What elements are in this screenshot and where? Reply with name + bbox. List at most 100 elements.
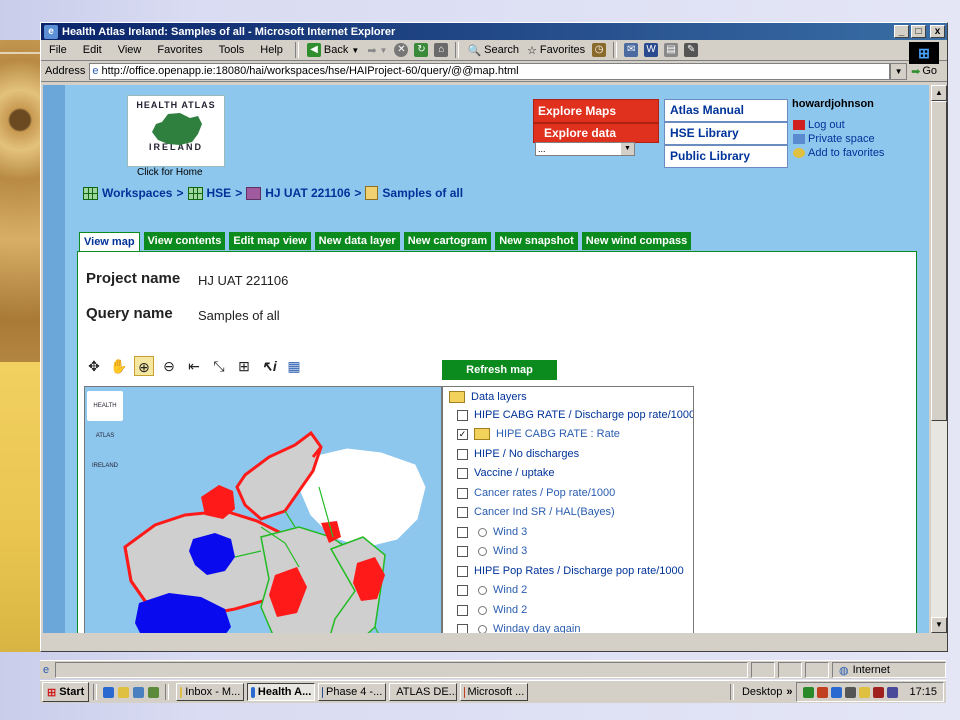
menu-view[interactable]: View (110, 44, 150, 56)
layer-row[interactable]: Wind 2 (457, 584, 527, 596)
address-input[interactable]: e http://office.openapp.ie:18080/hai/wor… (89, 62, 891, 80)
tray-icon[interactable] (873, 686, 885, 698)
tray-icon[interactable] (817, 686, 829, 698)
layer-row[interactable]: Vaccine / uptake (457, 467, 555, 479)
click-for-home-link[interactable]: Click for Home (137, 167, 203, 178)
app-quicklaunch-icon[interactable] (148, 686, 160, 698)
tray-icon[interactable] (887, 686, 899, 698)
private-space-link[interactable]: Private space (793, 133, 875, 145)
layer-checkbox[interactable] (457, 604, 468, 616)
tab-edit-map-view[interactable]: Edit map view (229, 232, 311, 250)
layers-icon[interactable]: ▦ (284, 356, 304, 376)
menu-file[interactable]: File (41, 44, 75, 56)
previous-extent-icon[interactable]: ⇤ (184, 356, 204, 376)
menu-tools[interactable]: Tools (211, 44, 253, 56)
task-phase4[interactable]: Phase 4 -... (318, 683, 387, 701)
zoom-out-icon[interactable]: ⊖ (159, 356, 179, 376)
task-inbox[interactable]: Inbox - M... (176, 683, 245, 701)
breadcrumb-hse[interactable]: HSE (207, 186, 232, 200)
home-icon[interactable]: ⌂ (434, 43, 449, 57)
minimize-button[interactable]: _ (894, 25, 909, 38)
logout-link[interactable]: Log out (793, 119, 845, 131)
layer-checkbox[interactable] (457, 409, 468, 421)
mail-icon[interactable]: ✉ (624, 43, 639, 57)
layer-row[interactable]: HIPE CABG RATE / Discharge pop rate/1000 (457, 409, 693, 421)
layer-checkbox[interactable] (457, 448, 468, 460)
layer-checkbox[interactable] (457, 467, 468, 479)
layer-row[interactable]: Cancer rates / Pop rate/1000 (457, 487, 615, 499)
full-extent-icon[interactable]: ⤡ (209, 356, 229, 376)
tab-new-data-layer[interactable]: New data layer (314, 232, 400, 250)
desktop-toolbar-label[interactable]: Desktop (742, 686, 782, 698)
tray-icon[interactable] (845, 686, 857, 698)
layer-checkbox[interactable]: ✓ (457, 428, 468, 440)
breadcrumb-workspaces[interactable]: Workspaces (102, 186, 172, 200)
layer-checkbox[interactable] (457, 526, 468, 538)
layer-checkbox[interactable] (457, 565, 468, 577)
menu-help[interactable]: Help (252, 44, 291, 56)
edit-icon[interactable]: ▤ (664, 43, 679, 57)
maximize-button[interactable]: □ (911, 25, 926, 38)
menu-edit[interactable]: Edit (75, 44, 110, 56)
close-button[interactable]: x (930, 25, 945, 38)
favorites-button[interactable]: ☆ Favorites (523, 44, 589, 57)
start-button[interactable]: ⊞ Start (42, 682, 90, 702)
stop-icon[interactable]: ✕ (394, 43, 409, 57)
zoom-in-icon[interactable]: ⊕ (134, 356, 154, 376)
tray-icon[interactable] (803, 686, 815, 698)
history-icon[interactable]: ◷ (592, 43, 607, 57)
hse-library-link[interactable]: HSE Library (664, 122, 788, 145)
tab-view-contents[interactable]: View contents (143, 232, 226, 250)
refresh-icon[interactable]: ↻ (414, 43, 429, 57)
task-microsoft[interactable]: Microsoft ... (460, 683, 529, 701)
word-icon[interactable]: W (644, 43, 659, 57)
identify-icon[interactable]: ↖i (259, 356, 279, 376)
atlas-manual-link[interactable]: Atlas Manual (664, 99, 788, 122)
scroll-thumb[interactable] (931, 101, 947, 421)
layer-row[interactable]: HIPE Pop Rates / Discharge pop rate/1000 (457, 565, 684, 577)
back-button[interactable]: ◀ Back ▼ (303, 43, 363, 57)
layer-checkbox[interactable] (457, 487, 468, 499)
scroll-up-icon[interactable]: ▲ (931, 85, 947, 101)
layer-checkbox[interactable] (457, 506, 468, 518)
add-to-favorites-link[interactable]: Add to favorites (793, 147, 884, 159)
layer-row[interactable]: Wind 2 (457, 604, 527, 616)
breadcrumb-project[interactable]: HJ UAT 221106 (265, 186, 350, 200)
public-library-link[interactable]: Public Library (664, 145, 788, 168)
layer-row[interactable]: Winday day again (457, 623, 580, 633)
go-button[interactable]: ➡ Go (911, 65, 937, 78)
layer-row[interactable]: Wind 3 (457, 526, 527, 538)
tray-icon[interactable] (831, 686, 843, 698)
layer-row[interactable]: ✓ HIPE CABG RATE : Rate (457, 428, 620, 440)
address-dropdown[interactable]: ▼ (890, 62, 908, 80)
hand-icon[interactable]: ✋ (109, 356, 129, 376)
explore-data-button[interactable]: Explore data (533, 123, 659, 143)
scroll-down-icon[interactable]: ▼ (931, 617, 947, 633)
tab-view-map[interactable]: View map (79, 232, 140, 251)
refresh-map-button[interactable]: Refresh map (442, 360, 557, 380)
pan-icon[interactable]: ✥ (84, 356, 104, 376)
explore-data-select[interactable]: ... ▼ (535, 142, 635, 156)
tab-new-snapshot[interactable]: New snapshot (495, 232, 578, 250)
tab-new-wind-compass[interactable]: New wind compass (581, 232, 692, 250)
tray-icon[interactable] (859, 686, 871, 698)
site-logo[interactable]: HEALTH ATLAS IRELAND (127, 95, 225, 167)
ie-quicklaunch-icon[interactable] (103, 686, 115, 698)
layer-row[interactable]: Wind 3 (457, 545, 527, 557)
grid-icon[interactable]: ⊞ (234, 356, 254, 376)
outlook-quicklaunch-icon[interactable] (118, 686, 130, 698)
forward-button[interactable]: ➡ ▼ (363, 44, 391, 57)
chevron-right-icon[interactable]: » (786, 686, 792, 698)
vertical-scrollbar[interactable]: ▲ ▼ (931, 85, 947, 633)
layer-checkbox[interactable] (457, 623, 468, 633)
discuss-icon[interactable]: ✎ (684, 43, 699, 57)
explore-maps-button[interactable]: Explore Maps (533, 99, 659, 123)
search-button[interactable]: 🔍 Search (463, 44, 523, 57)
menu-favorites[interactable]: Favorites (149, 44, 210, 56)
layer-checkbox[interactable] (457, 584, 468, 596)
desktop-quicklaunch-icon[interactable] (133, 686, 145, 698)
layer-row[interactable]: HIPE / No discharges (457, 448, 579, 460)
task-atlas-de[interactable]: ATLAS DE... (389, 683, 458, 701)
tab-new-cartogram[interactable]: New cartogram (403, 232, 492, 250)
layer-row[interactable]: Cancer Ind SR / HAL(Bayes) (457, 506, 615, 518)
